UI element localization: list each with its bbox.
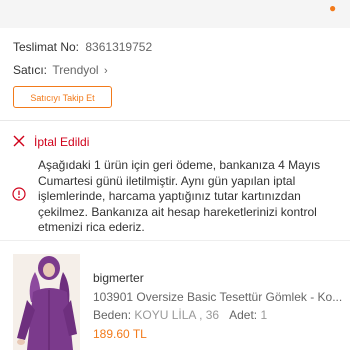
alert-circle-icon	[12, 187, 26, 201]
top-strip: ●	[0, 0, 350, 28]
seller-name[interactable]: Trendyol	[52, 63, 98, 77]
size-label: Beden:	[93, 308, 132, 322]
refund-message: Aşağıdaki 1 ürün için geri ödeme, bankan…	[38, 158, 321, 235]
close-icon	[13, 135, 25, 147]
chevron-right-icon: ›	[103, 65, 108, 77]
quantity-value: 1	[260, 308, 268, 322]
product-price: 189.60 TL	[93, 327, 147, 341]
follow-seller-button[interactable]: Satıcıyı Takip Et	[13, 86, 112, 108]
divider	[0, 120, 350, 121]
divider	[0, 240, 350, 241]
product-image[interactable]	[13, 254, 80, 350]
delivery-label: Teslimat No:	[13, 40, 80, 54]
product-variant: Beden: KOYU LİLA , 36 Adet: 1	[93, 308, 267, 322]
size-value: KOYU LİLA , 36	[134, 308, 220, 322]
partial-orange-icon: ●	[329, 1, 337, 15]
delivery-number: 8361319752	[85, 40, 153, 54]
quantity-label: Adet:	[229, 308, 258, 322]
product-brand: bigmerter	[93, 271, 144, 285]
product-name[interactable]: 103901 Oversize Basic Tesettür Gömlek - …	[93, 290, 343, 304]
delivery-number-row: Teslimat No: 8361319752	[13, 40, 152, 54]
seller-label: Satıcı:	[13, 63, 48, 77]
cancel-status-label: İptal Edildi	[34, 135, 90, 149]
seller-row[interactable]: Satıcı: Trendyol ›	[13, 63, 108, 77]
